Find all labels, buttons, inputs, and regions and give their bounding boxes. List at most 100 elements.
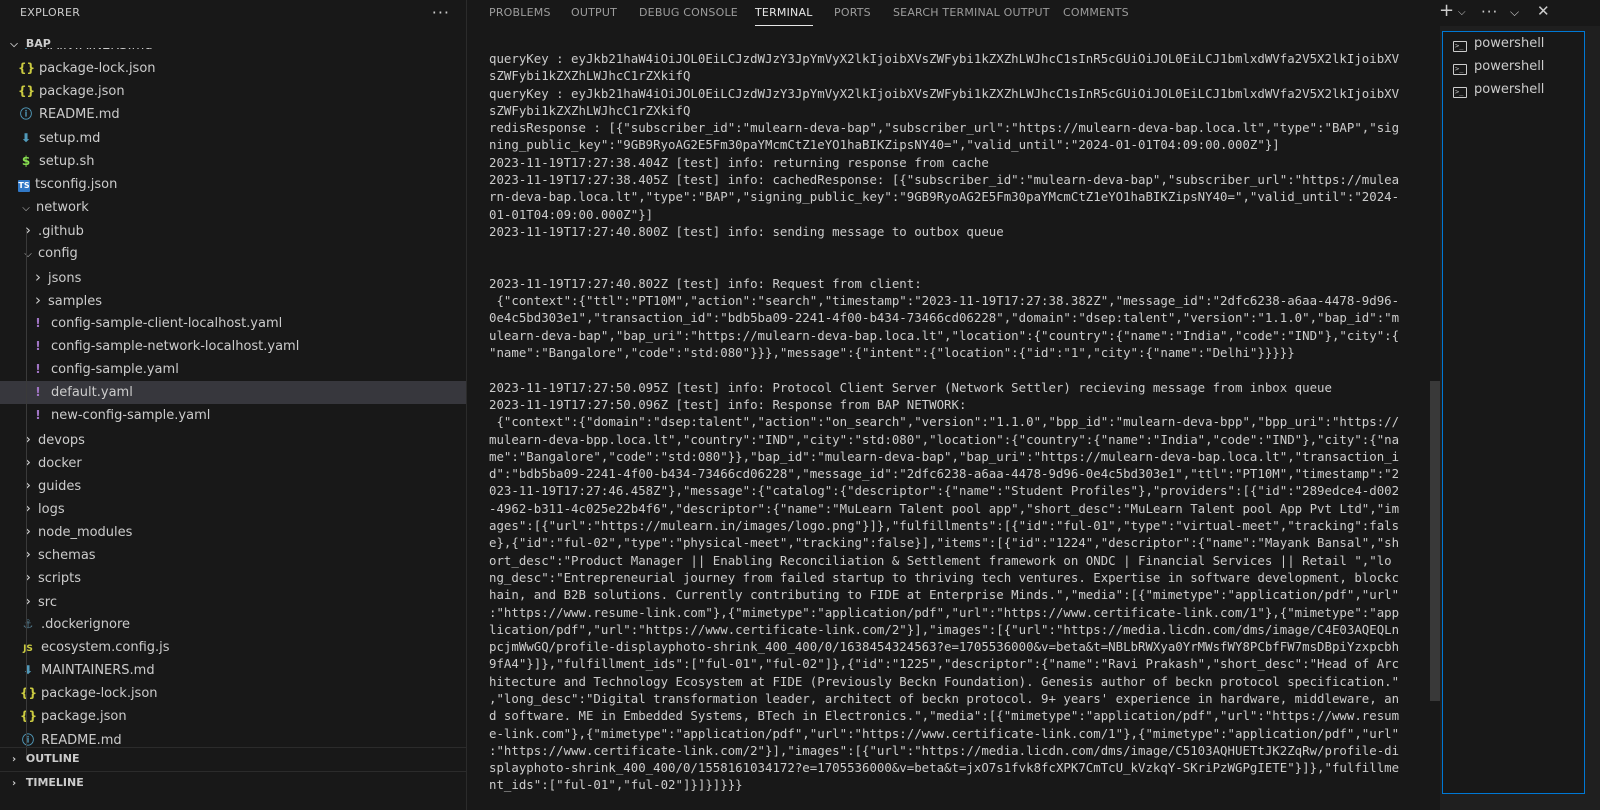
folder-item[interactable]: › .github [0,219,466,242]
file-item[interactable]: ⬇ MAINTAINERS.md [0,48,466,57]
terminal-list-item[interactable]: >_ powershell [1443,78,1584,101]
terminal-list-item[interactable]: >_ powershell [1443,32,1584,55]
tree-item-label: .dockerignore [41,616,131,632]
folder-item[interactable]: › docker [0,451,466,474]
tree-item-label: package-lock.json [41,686,158,702]
markdown-icon: ⬇ [22,663,34,678]
terminal-line: sZWFybi1kZXZhLWJhcC1rZXkifQ [489,102,691,118]
tree-item-label: scripts [38,571,81,587]
terminal-scrollbar[interactable] [1430,381,1440,701]
file-item[interactable]: $ setup.sh [0,150,466,173]
tree-item-label: MAINTAINERS.md [41,663,155,679]
terminal-line: 2023-11-19T17:27:50.095Z [test] info: Pr… [489,379,1332,395]
folder-item[interactable]: ⌵ config [0,242,466,265]
terminal-icon: >_ [1453,64,1467,75]
file-item[interactable]: {} package-lock.json [0,57,466,80]
terminal-icon: >_ [1453,41,1467,52]
terminal-line: ulearn-deva-bap","bap_uri":"https://mule… [489,327,1400,343]
tree-item-label: package.json [39,84,125,100]
chevron-right-icon: › [35,290,41,309]
typescript-icon: TS [18,179,30,192]
file-item[interactable]: ! config-sample.yaml [0,358,466,381]
json-icon: {} [20,709,38,724]
terminal-line: pcjmWwGQ/profile-displayphoto-shrink_400… [489,639,1400,655]
file-item[interactable]: ! config-sample-client-localhost.yaml [0,312,466,335]
tree-item-label: samples [48,293,103,309]
terminal-line: nt_ids":["ful-01","ful-02"]}]}]}}} [489,777,743,793]
tree-item-label: ecosystem.config.js [41,639,170,655]
file-item[interactable]: ⚓ .dockerignore [0,613,466,636]
panel-tab-bar: PROBLEMS OUTPUT DEBUG CONSOLE TERMINAL P… [467,0,1600,26]
folder-item[interactable]: › schemas [0,543,466,566]
terminal-list-item[interactable]: >_ powershell [1443,55,1584,78]
chevron-right-icon: › [25,545,31,564]
tab-output[interactable]: OUTPUT [571,0,617,26]
terminal-label: powershell [1474,59,1545,74]
file-item[interactable]: ! default.yaml [0,381,466,405]
tree-item-label: README.md [39,107,120,123]
folder-item[interactable]: ⌵ network [0,196,466,219]
file-item[interactable]: {} package-lock.json [0,682,466,705]
terminal-icon: >_ [1453,87,1467,98]
folder-item[interactable]: › src [0,590,466,613]
terminal-output[interactable]: queryKey : eyJkb21haW4iOiJOL0EiLCJzdWJzY… [489,50,1419,794]
file-item[interactable]: ⬇ MAINTAINERS.md [0,659,466,682]
json-icon: {} [18,84,36,99]
folder-item[interactable]: › jsons [0,266,466,289]
folder-item[interactable]: › node_modules [0,520,466,543]
file-item[interactable]: {} package.json [0,80,466,103]
tab-problems[interactable]: PROBLEMS [489,0,551,26]
terminal-panel[interactable]: queryKey : eyJkb21haW4iOiJOL0EiLCJzdWJzY… [467,26,1440,810]
terminal-line: queryKey : eyJkb21haW4iOiJOL0EiLCJzdWJzY… [489,51,1400,66]
folder-item[interactable]: › scripts [0,566,466,589]
terminal-line: rn-deva-bap.loca.lt","type":"BAP","signi… [489,189,1400,205]
ellipsis-icon[interactable]: ··· [1481,3,1498,21]
tree-item-label: devops [38,432,85,448]
tab-terminal[interactable]: TERMINAL [755,0,813,26]
tab-ports[interactable]: PORTS [834,0,871,26]
tree-item-label: new-config-sample.yaml [51,408,211,424]
tree-item-label: network [36,200,89,216]
folder-item[interactable]: › logs [0,497,466,520]
outline-section[interactable]: › OUTLINE [0,747,466,769]
plus-icon[interactable]: + [1439,0,1454,21]
javascript-icon: JS [23,643,33,654]
tab-debug-console[interactable]: DEBUG CONSOLE [639,0,738,26]
close-icon[interactable]: ✕ [1537,2,1550,20]
yaml-icon: ! [35,338,41,353]
file-item[interactable]: {} package.json [0,705,466,728]
chevron-right-icon: › [25,591,31,610]
yaml-icon: ! [35,362,41,377]
terminal-line: queryKey : eyJkb21haW4iOiJOL0EiLCJzdWJzY… [489,85,1400,101]
file-item[interactable]: ⬇ setup.md [0,127,466,150]
chevron-down-icon[interactable]: ⌵ [1510,5,1519,20]
chevron-right-icon: › [25,499,31,517]
tab-search-terminal-output[interactable]: SEARCH TERMINAL OUTPUT [893,0,1050,26]
timeline-section[interactable]: › TIMELINE [0,771,466,793]
chevron-right-icon: › [25,522,31,541]
chevron-right-icon: › [11,754,17,765]
folder-item[interactable]: › samples [0,289,466,312]
chevron-down-icon[interactable]: ⌵ [1458,7,1466,18]
tree-item-label: tsconfig.json [35,176,118,192]
terminal-line: e-link.com"},{"mimetype":"application/pd… [489,725,1400,741]
file-tree: ⬇MAINTAINERS.md{}package-lock.json{}pack… [0,48,466,764]
folder-item[interactable]: › guides [0,474,466,497]
timeline-label: TIMELINE [25,776,84,789]
terminal-line: 0e4c5bd303e1","transaction_id":"bdb5ba09… [489,310,1400,326]
tree-item-label: docker [38,455,82,471]
file-item[interactable]: ⓘ README.md [0,103,466,126]
tab-comments[interactable]: COMMENTS [1063,0,1129,26]
file-item[interactable]: TS tsconfig.json [0,173,466,196]
file-item[interactable]: ! new-config-sample.yaml [0,404,466,427]
terminal-line: ort_desc":"Product Manager || Enabling R… [489,552,1392,568]
file-item[interactable]: JS ecosystem.config.js [0,636,466,659]
folder-item[interactable]: › devops [0,428,466,451]
chevron-right-icon: › [25,452,31,471]
tree-item-label: config-sample-client-localhost.yaml [51,315,283,331]
ellipsis-icon[interactable]: ··· [432,0,450,26]
file-item[interactable]: ! config-sample-network-localhost.yaml [0,335,466,358]
